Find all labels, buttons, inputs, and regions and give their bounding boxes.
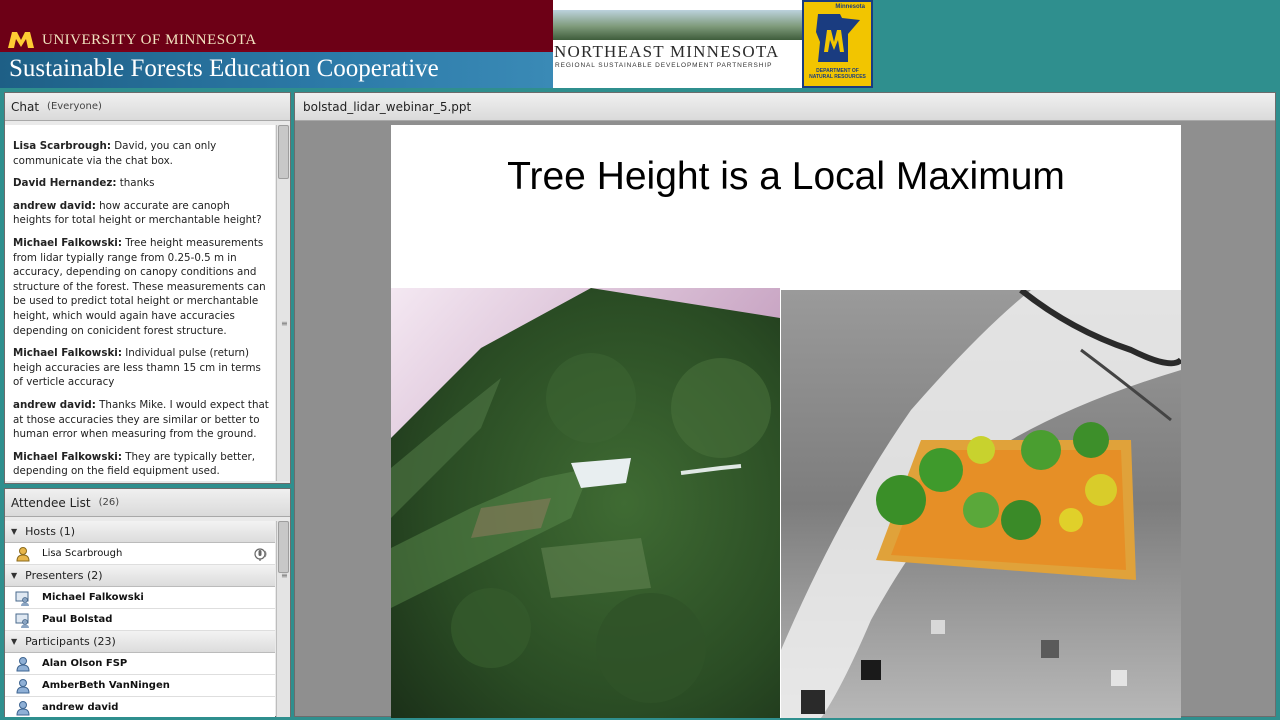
dnr-bottom-text: DEPARTMENT OF NATURAL RESOURCES — [809, 68, 866, 80]
collapse-triangle-icon[interactable]: ▼ — [11, 571, 17, 580]
attendee-scroll-grip-icon: ≡ — [281, 571, 288, 580]
group-label: Presenters (2) — [25, 569, 103, 582]
attendee-row[interactable]: AmberBeth VanNingen — [5, 675, 275, 697]
attendee-name: Michael Falkowski — [42, 592, 144, 603]
group-participants[interactable]: ▼ Participants (23) — [5, 631, 275, 653]
chat-sender: Michael Falkowski: — [13, 450, 122, 463]
attendee-header: Attendee List (26) — [5, 489, 290, 517]
attendee-scrollbar[interactable]: ≡ — [276, 521, 290, 717]
chat-scrollbar[interactable]: ≡ — [276, 125, 290, 481]
collapse-triangle-icon[interactable]: ▼ — [11, 637, 17, 646]
chat-message: andrew david: Thanks Mike. I would expec… — [13, 398, 269, 442]
attendee-row[interactable]: Lisa Scarbrough — [5, 543, 275, 565]
chat-sender: Lisa Scarbrough: — [13, 140, 111, 152]
attendee-name: Alan Olson FSP — [42, 658, 128, 669]
attendee-name: Paul Bolstad — [42, 614, 113, 625]
chat-message: David Hernandez: thanks — [13, 176, 269, 191]
attendee-name: andrew david — [42, 702, 119, 713]
attendee-row[interactable]: Alan Olson FSP — [5, 653, 275, 675]
chat-sender: David Hernandez: — [13, 177, 117, 190]
presenter-icon — [15, 591, 29, 606]
slide-title: Tree Height is a Local Maximum — [507, 155, 1065, 198]
nemn-subtitle: REGIONAL SUSTAINABLE DEVELOPMENT PARTNER… — [555, 62, 773, 69]
chat-sender: andrew david: — [13, 199, 96, 212]
chat-sender: Michael Falkowski: — [13, 347, 122, 360]
nemn-logo: NORTHEAST MINNESOTA REGIONAL SUSTAINABLE… — [553, 0, 802, 88]
attendee-row[interactable]: andrew david — [5, 697, 275, 717]
attendee-scroll-thumb[interactable] — [278, 521, 289, 573]
attendee-row[interactable]: Paul Bolstad — [5, 609, 275, 631]
chat-messages: Lisa Scarbrough: David, you can only com… — [5, 125, 275, 481]
group-presenters[interactable]: ▼ Presenters (2) — [5, 565, 275, 587]
chat-message: Michael Falkowski: They are typically be… — [13, 450, 269, 479]
group-label: Participants (23) — [25, 635, 116, 648]
chat-message: andrew david: how accurate are canoph he… — [13, 199, 269, 228]
microphone-icon[interactable] — [253, 546, 269, 562]
chat-scroll-grip-icon: ≡ — [281, 319, 288, 328]
group-label: Hosts (1) — [25, 525, 76, 538]
chat-message: Michael Falkowski: Individual pulse (ret… — [13, 346, 269, 390]
chat-scroll-thumb[interactable] — [278, 125, 289, 179]
participant-icon — [16, 678, 30, 693]
attendee-title: Attendee List — [11, 495, 91, 510]
chat-text: Tree height measurements from lidar typi… — [13, 236, 266, 337]
share-pod: bolstad_lidar_webinar_5.ppt Tree Height … — [294, 92, 1276, 718]
host-icon — [16, 546, 30, 561]
group-hosts[interactable]: ▼ Hosts (1) — [5, 521, 275, 543]
attendee-count: (26) — [98, 497, 120, 508]
attendee-name: Lisa Scarbrough — [42, 548, 123, 559]
sfec-banner: UNIVERSITY OF MINNESOTA Sustainable Fore… — [0, 0, 553, 88]
nemn-title: NORTHEAST MINNESOTA — [554, 42, 780, 61]
chat-text: thanks — [116, 177, 155, 190]
chat-title: Chat — [11, 99, 40, 114]
umn-m-logo-icon — [8, 32, 34, 48]
lidar-point-cloud-image — [781, 290, 1181, 718]
chat-pod: Chat (Everyone) Lisa Scarbrough: David, … — [4, 92, 291, 484]
university-name: UNIVERSITY OF MINNESOTA — [42, 32, 257, 48]
chat-audience[interactable]: (Everyone) — [47, 101, 102, 112]
dnr-top-text: Minnesota — [835, 4, 865, 10]
presentation-slide: Tree Height is a Local Maximum — [391, 125, 1181, 718]
collapse-triangle-icon[interactable]: ▼ — [11, 527, 17, 536]
nemn-photo-strip — [553, 10, 802, 40]
attendee-list: ▼ Hosts (1) Lisa Scarbrough ▼ Presenters… — [5, 521, 275, 717]
chat-sender: andrew david: — [13, 398, 96, 411]
participant-icon — [16, 700, 30, 715]
chat-header: Chat (Everyone) — [5, 93, 290, 121]
attendee-row[interactable]: Michael Falkowski — [5, 587, 275, 609]
participant-icon — [16, 656, 30, 671]
coop-title: Sustainable Forests Education Cooperativ… — [9, 55, 439, 82]
attendee-pod: Attendee List (26) ▼ Hosts (1) Lisa Scar… — [4, 488, 291, 717]
aerial-forest-photo — [391, 288, 780, 718]
chat-message: Lisa Scarbrough: David, you can only com… — [13, 139, 269, 168]
chat-sender: Michael Falkowski: — [13, 236, 122, 249]
share-pod-header: bolstad_lidar_webinar_5.ppt — [295, 93, 1275, 121]
dnr-logo: Minnesota DEPARTMENT OF NATURAL RESOURCE… — [802, 0, 873, 88]
attendee-name: AmberBeth VanNingen — [42, 680, 170, 691]
presenter-icon — [15, 613, 29, 628]
minnesota-state-icon — [816, 14, 860, 62]
chat-message: Michael Falkowski: Tree height measureme… — [13, 236, 269, 338]
